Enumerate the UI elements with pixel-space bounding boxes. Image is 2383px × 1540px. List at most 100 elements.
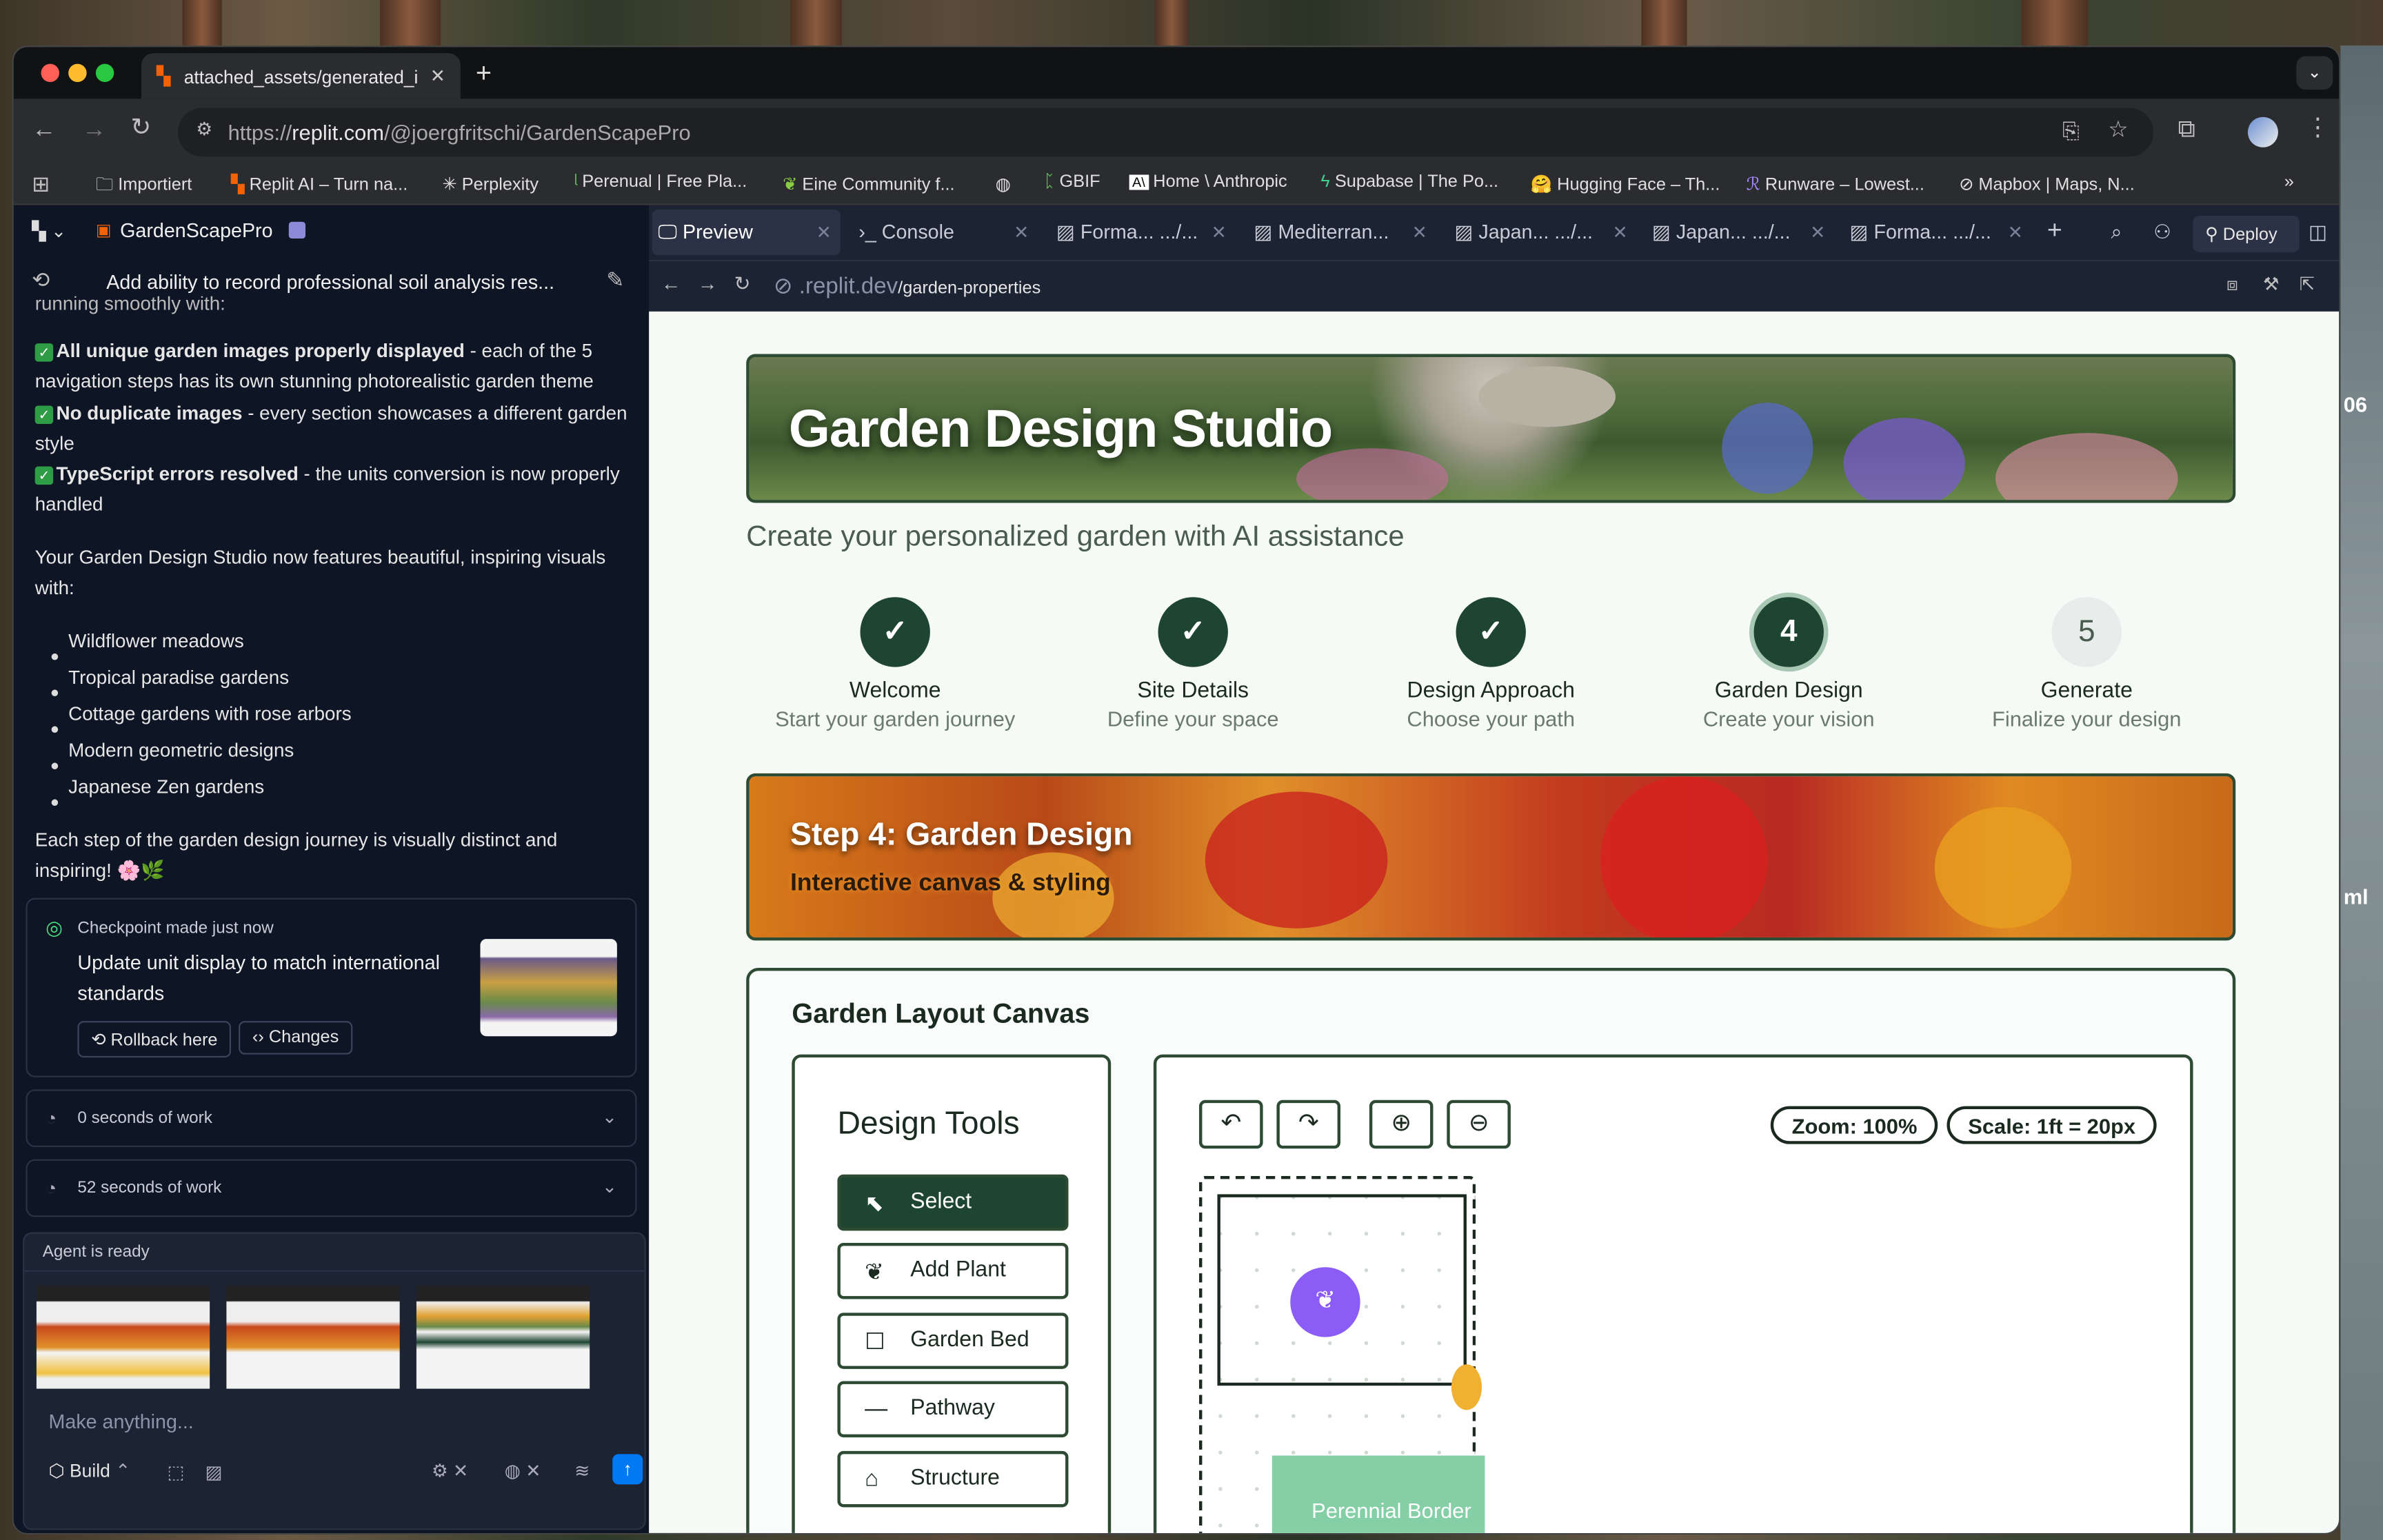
tab-image[interactable]: ▨ Forma... .../... xyxy=(1056,221,1198,245)
close-tab-icon[interactable]: ✕ xyxy=(430,65,445,87)
work-summary[interactable]: ◔ 52 seconds of work ⌄ xyxy=(26,1159,637,1217)
close-window-button[interactable] xyxy=(41,63,59,83)
open-new-window-icon[interactable]: ⇱ xyxy=(2300,275,2315,293)
bookmark-item[interactable]: A\ Home \ Anthropic xyxy=(1129,173,1287,192)
bookmark-star-icon[interactable]: ☆ xyxy=(2108,119,2129,141)
tab-image[interactable]: ▨ Forma... .../... xyxy=(1849,221,1991,245)
bookmark-item[interactable]: ✳ Perplexity xyxy=(442,173,539,194)
resize-handle[interactable] xyxy=(1451,1364,1482,1410)
minimize-window-button[interactable] xyxy=(68,63,87,83)
settings-chip-icon[interactable]: ⚙ ✕ xyxy=(432,1460,468,1481)
checkpoint-thumbnail[interactable] xyxy=(480,939,617,1037)
work-label: 0 seconds of work xyxy=(77,1108,212,1128)
tool-select-button[interactable]: ⬉ Select xyxy=(837,1174,1069,1231)
apps-grid-icon[interactable]: ⊞ xyxy=(32,173,50,194)
tool-structure-button[interactable]: ⌂ Structure xyxy=(837,1450,1069,1508)
undo-button[interactable]: ↶ xyxy=(1199,1100,1263,1149)
step-design-approach[interactable]: ✓ Design Approach Choose your path xyxy=(1342,597,1640,731)
changes-button[interactable]: ‹› Changes xyxy=(239,1021,353,1055)
rollback-button[interactable]: ⟲ Rollback here xyxy=(77,1021,232,1058)
garden-canvas[interactable]: ❦ Perennial Border xyxy=(1199,1175,1485,1533)
bookmark-item[interactable]: 🤗 Hugging Face – Th... xyxy=(1531,173,1720,194)
globe-icon[interactable]: ◍ xyxy=(996,173,1011,194)
new-pane-tab-icon[interactable]: + xyxy=(2047,216,2062,246)
close-tab-icon[interactable]: ✕ xyxy=(816,222,832,243)
tab-search-icon[interactable]: ⌄ xyxy=(2296,56,2333,90)
close-tab-icon[interactable]: ✕ xyxy=(1613,222,1628,243)
send-button[interactable]: ↑ xyxy=(612,1454,643,1485)
image-upload-icon[interactable]: ▨ xyxy=(205,1461,223,1483)
tab-preview[interactable]: 🖵 Preview xyxy=(658,221,753,245)
attachment-thumbnail[interactable] xyxy=(36,1285,210,1389)
profile-avatar[interactable] xyxy=(2247,116,2278,148)
chat-check-item: ✓ TypeScript errors resolved - the units … xyxy=(34,459,631,520)
close-tab-icon[interactable]: ✕ xyxy=(1412,222,1427,243)
bookmark-folder[interactable]: 🗀 Importiert xyxy=(96,173,192,202)
bookmark-item[interactable]: ❦ Eine Community f... xyxy=(783,173,954,194)
reload-icon[interactable]: ↻ xyxy=(734,274,751,294)
bookmark-item[interactable]: ⊘ Mapbox | Maps, N... xyxy=(1959,173,2135,194)
forward-icon[interactable]: → xyxy=(82,118,106,143)
sliders-icon[interactable]: ≋ xyxy=(574,1460,590,1481)
build-mode-button[interactable]: ⬡ Build ⌃ xyxy=(49,1460,131,1481)
close-tab-icon[interactable]: ✕ xyxy=(1810,222,1825,243)
zoom-out-button[interactable]: ⊖ xyxy=(1447,1100,1511,1149)
chrome-menu-icon[interactable]: ⋮ xyxy=(2306,116,2330,141)
maximize-window-button[interactable] xyxy=(95,63,114,83)
install-app-icon[interactable]: ⎘ xyxy=(2062,120,2080,141)
preview-url[interactable]: ⊘ .replit.dev/garden-properties xyxy=(774,272,1040,299)
step-site-details[interactable]: ✓ Site Details Define your space xyxy=(1044,597,1342,731)
devtools-icon[interactable]: ⚒ xyxy=(2263,275,2280,293)
browser-tab-active[interactable]: ▚ attached_assets/generated_i ✕ xyxy=(141,53,461,99)
reload-icon[interactable]: ↻ xyxy=(131,116,152,141)
work-summary[interactable]: ◔ 0 seconds of work ⌄ xyxy=(26,1089,637,1148)
extensions-icon[interactable]: ⧉ xyxy=(2178,118,2195,143)
zoom-in-button[interactable]: ⊕ xyxy=(1369,1100,1434,1149)
tool-garden-bed-button[interactable]: ☐ Garden Bed xyxy=(837,1313,1069,1369)
bookmark-item[interactable]: ᶩ Perenual | Free Pla... xyxy=(574,173,747,191)
bookmark-item[interactable]: ▚ Replit AI – Turn na... xyxy=(231,173,408,194)
tab-console[interactable]: ›_ Console xyxy=(858,221,954,243)
invite-icon[interactable]: ⚇ xyxy=(2153,221,2171,245)
history-icon[interactable]: ⟲ xyxy=(32,269,50,290)
close-tab-icon[interactable]: ✕ xyxy=(1014,222,1029,243)
layout-toggle-icon[interactable]: ◫ xyxy=(2309,221,2327,245)
deploy-button[interactable]: ⚲ Deploy xyxy=(2193,215,2300,252)
new-tab-icon[interactable]: + xyxy=(476,59,492,87)
bookmark-item[interactable]: ϟ Supabase | The Po... xyxy=(1320,173,1498,191)
project-name[interactable]: GardenScapePro xyxy=(120,219,272,241)
plant-marker[interactable]: ❦ xyxy=(1290,1267,1360,1337)
back-icon[interactable]: ← xyxy=(661,274,681,294)
attachment-thumbnail[interactable] xyxy=(226,1285,400,1389)
replit-menu-icon[interactable]: ▚ ⌄ xyxy=(32,221,66,242)
select-region-icon[interactable]: ⬚ xyxy=(167,1461,184,1483)
step-welcome[interactable]: ✓ Welcome Start your garden journey xyxy=(746,597,1044,731)
checkpoint-card: ◎ Checkpoint made just now Update unit d… xyxy=(26,898,637,1077)
site-info-icon[interactable]: ⚙ xyxy=(196,119,212,140)
web-search-chip-icon[interactable]: ◍ ✕ xyxy=(505,1460,541,1481)
search-icon[interactable]: ⌕ xyxy=(2111,221,2122,245)
tab-image[interactable]: ▨ Japan... .../... xyxy=(1454,221,1593,245)
step-garden-design[interactable]: 4 Garden Design Create your vision xyxy=(1640,597,1938,731)
bookmark-item[interactable]: ℛ Runware – Lowest... xyxy=(1747,173,1924,194)
more-bookmarks-icon[interactable]: » xyxy=(2284,173,2294,191)
new-chat-icon[interactable]: ✎ xyxy=(606,269,624,290)
bookmark-item[interactable]: ᛈ GBIF xyxy=(1044,173,1100,191)
perennial-border[interactable]: Perennial Border xyxy=(1271,1455,1485,1533)
chat-input[interactable]: Make anything... xyxy=(49,1410,194,1432)
tab-image[interactable]: ▨ Mediterran... xyxy=(1254,221,1389,245)
devices-icon[interactable]: ⧈ xyxy=(2226,275,2238,293)
pane-tabs: 🖵 Preview ✕ ›_ Console ✕ ▨ Forma... .../..… xyxy=(649,205,2340,263)
close-tab-icon[interactable]: ✕ xyxy=(1211,222,1227,243)
tool-pathway-button[interactable]: — Pathway xyxy=(837,1381,1069,1438)
close-tab-icon[interactable]: ✕ xyxy=(2008,222,2023,243)
bookmark-label: Home \ Anthropic xyxy=(1153,173,1287,192)
tab-image[interactable]: ▨ Japan... .../... xyxy=(1652,221,1791,245)
forward-icon[interactable]: → xyxy=(698,274,718,294)
step-generate[interactable]: 5 Generate Finalize your design xyxy=(1938,597,2235,731)
redo-button[interactable]: ↷ xyxy=(1276,1100,1341,1149)
tool-add-plant-button[interactable]: ❦ Add Plant xyxy=(837,1242,1069,1299)
back-icon[interactable]: ← xyxy=(32,118,56,143)
address-bar[interactable]: ⚙ https://replit.com/@joergfritschi/Gard… xyxy=(177,108,2154,157)
attachment-thumbnail[interactable] xyxy=(416,1285,590,1389)
